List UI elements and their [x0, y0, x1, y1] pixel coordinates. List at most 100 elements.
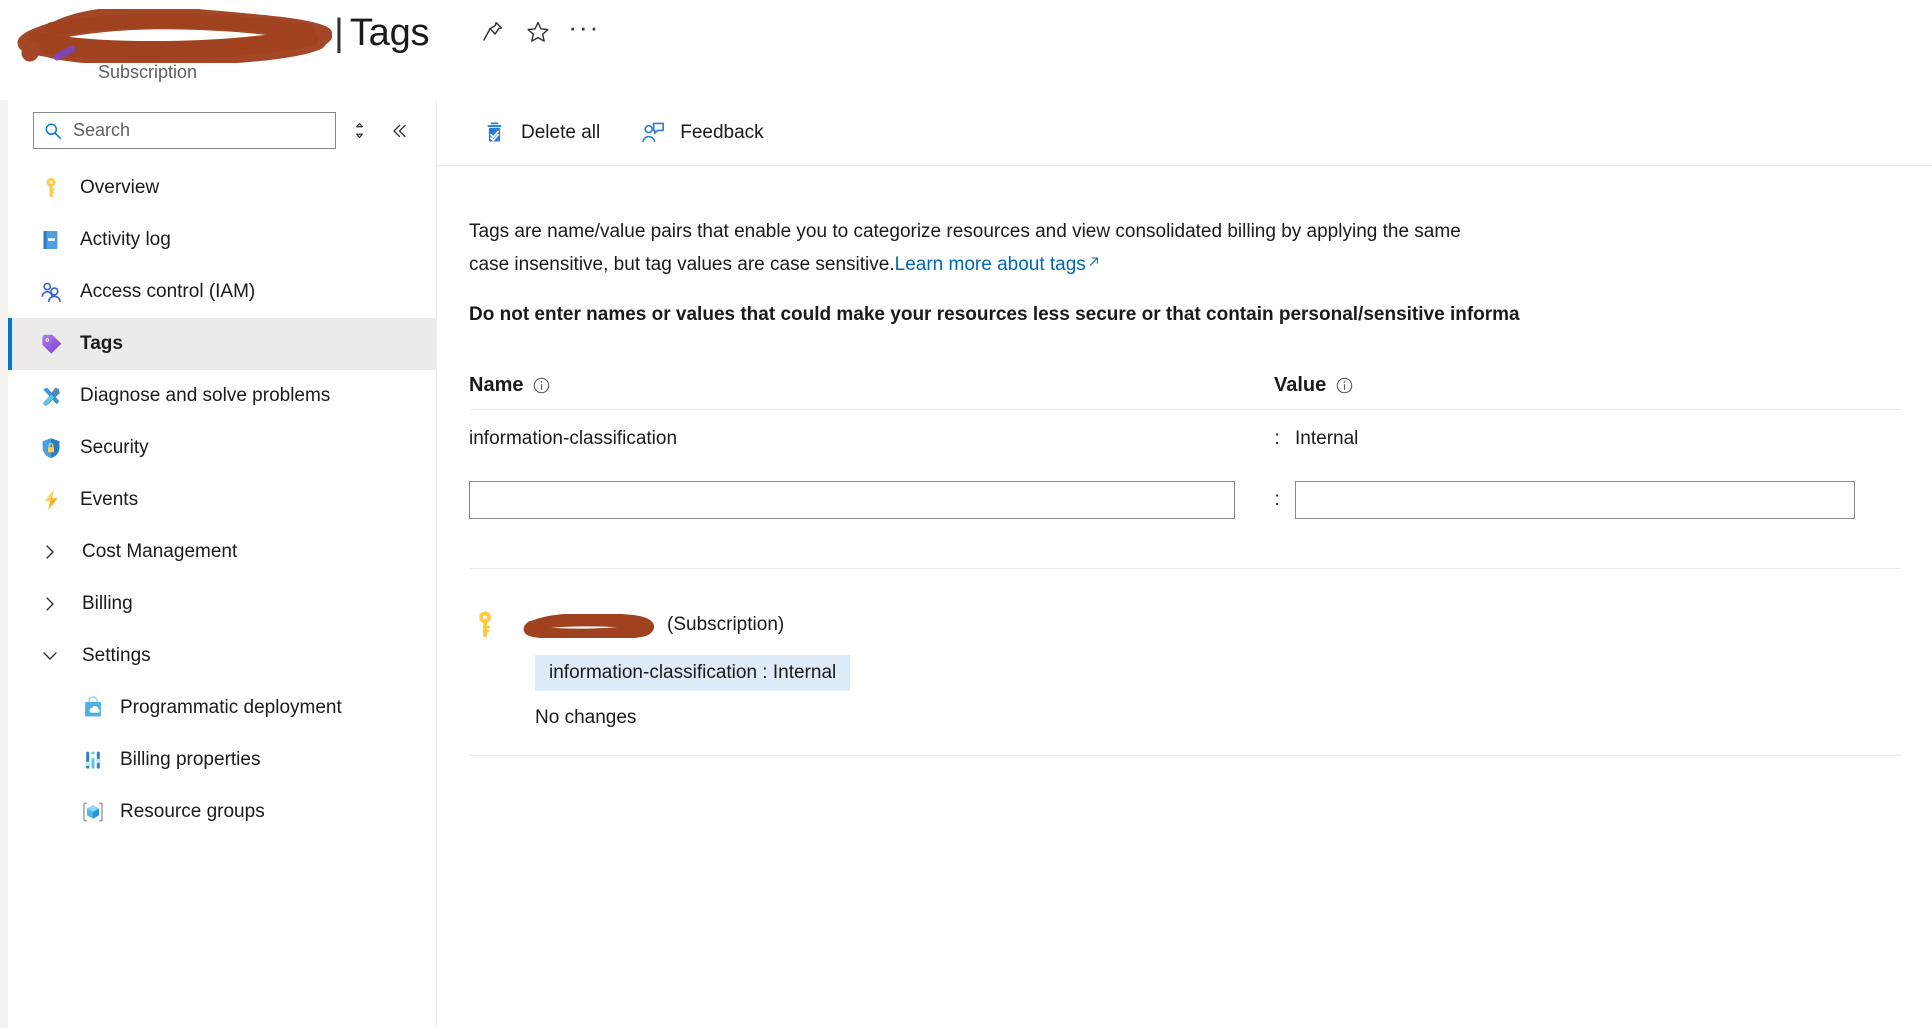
- tags-table: Name Value information-classification: …: [469, 368, 1901, 532]
- key-icon: [38, 175, 64, 201]
- section-divider: [469, 568, 1901, 569]
- feedback-label: Feedback: [680, 121, 764, 143]
- new-tag-value-cell: [1295, 481, 1855, 519]
- sidebar-item-label: Billing: [82, 593, 133, 614]
- azure-portal-tags-page: | Tags ··· Subscription Search Overview …: [0, 0, 1932, 1028]
- description-line-2: case insensitive, but tag values are cas…: [469, 254, 895, 275]
- row-separator: :: [1274, 428, 1280, 449]
- marketplace-bag-icon: [80, 695, 106, 721]
- tag-name-value: information-classification: [469, 428, 678, 449]
- page-title-text: Tags: [349, 12, 430, 54]
- pin-icon: [480, 19, 505, 49]
- header-actions: ···: [469, 12, 607, 60]
- tags-preview: (Subscription) information-classificatio…: [469, 609, 1932, 729]
- redacted-subscription-name: [12, 9, 332, 63]
- description-line-1: Tags are name/value pairs that enable yo…: [469, 221, 1461, 242]
- column-header-name: Name: [469, 374, 1274, 397]
- sidebar-item-label: Diagnose and solve problems: [80, 385, 331, 406]
- sidebar-group-settings[interactable]: Settings: [8, 630, 436, 682]
- description-line-2-wrap: case insensitive, but tag values are cas…: [469, 247, 1932, 280]
- sidebar-item-label: Settings: [82, 645, 151, 666]
- favorite-icon: [525, 19, 551, 50]
- feedback-icon: [640, 120, 666, 146]
- search-icon: [44, 122, 62, 140]
- chevron-right-icon: [40, 542, 60, 562]
- search-input[interactable]: [71, 119, 327, 142]
- info-icon[interactable]: [532, 376, 551, 395]
- resource-group-icon: [80, 799, 106, 825]
- delete-all-label: Delete all: [521, 121, 601, 143]
- chevron-right-icon: [40, 594, 60, 614]
- sidebar-item-label: Events: [80, 489, 139, 510]
- page-subtitle: Subscription: [98, 62, 198, 82]
- command-bar: Delete all Feedback: [437, 100, 1932, 166]
- sidebar-item-overview[interactable]: Overview: [8, 162, 436, 214]
- title-separator: |: [334, 12, 344, 54]
- tag-value-value: Internal: [1295, 428, 1359, 449]
- sidebar-item-tags[interactable]: Tags: [8, 318, 436, 370]
- sidebar-item-label: Activity log: [80, 229, 171, 250]
- column-header-value: Value: [1274, 374, 1834, 397]
- sidebar-group-billing[interactable]: Billing: [8, 578, 436, 630]
- search-box[interactable]: [33, 112, 336, 149]
- new-tag-name-input[interactable]: [469, 481, 1235, 519]
- sidebar-item-programmatic-deployment[interactable]: Programmatic deployment: [8, 682, 436, 734]
- resize-handle-icon[interactable]: [342, 114, 376, 148]
- more-button[interactable]: ···: [561, 12, 607, 56]
- sidebar-item-billing-properties[interactable]: Billing properties: [8, 734, 436, 786]
- sidebar-item-resource-groups[interactable]: Resource groups: [8, 786, 436, 838]
- sidebar-item-label: Tags: [80, 333, 123, 354]
- sidebar-item-activity-log[interactable]: Activity log: [8, 214, 436, 266]
- delete-all-button[interactable]: Delete all: [469, 110, 612, 156]
- sidebar-item-security[interactable]: Security: [8, 422, 436, 474]
- people-icon: [38, 279, 64, 305]
- sidebar-item-label: Access control (IAM): [80, 281, 256, 302]
- sidebar-item-label: Overview: [80, 177, 160, 198]
- page-title: | Tags ···: [12, 8, 607, 64]
- tags-table-header: Name Value: [469, 368, 1901, 410]
- sidebar-group-cost-management[interactable]: Cost Management: [8, 526, 436, 578]
- key-icon: [469, 609, 501, 641]
- main-content: Delete all Feedback Tags are name/value …: [437, 100, 1932, 1028]
- tags-description: Tags are name/value pairs that enable yo…: [469, 216, 1932, 280]
- sidebar: Overview Activity log: [0, 100, 437, 1028]
- sidebar-nav-list: Overview Activity log Access control (IA…: [8, 162, 436, 838]
- sidebar-item-access-control[interactable]: Access control (IAM): [8, 266, 436, 318]
- sidebar-search-row: [33, 112, 416, 149]
- column-header-name-label: Name: [469, 374, 524, 396]
- shield-lock-icon: [38, 435, 64, 461]
- sensitive-info-warning: Do not enter names or values that could …: [469, 304, 1520, 325]
- preview-scope-row: (Subscription): [469, 609, 1932, 641]
- sidebar-item-label: Cost Management: [82, 541, 238, 562]
- preview-chip-wrap: information-classification : Internal: [469, 655, 1932, 691]
- redacted-subscription-name: [523, 612, 655, 641]
- delete-all-icon: [481, 120, 507, 146]
- favorite-button[interactable]: [515, 12, 561, 56]
- table-row: information-classification : Internal: [469, 410, 1901, 468]
- collapse-icon[interactable]: [382, 114, 416, 148]
- info-icon[interactable]: [1335, 376, 1354, 395]
- sidebar-item-label: Security: [80, 437, 149, 458]
- preview-status: No changes: [535, 707, 637, 728]
- sidebar-item-label: Programmatic deployment: [120, 697, 342, 718]
- bottom-divider: [469, 755, 1901, 756]
- page-header: | Tags ··· Subscription: [0, 0, 1932, 100]
- feedback-button[interactable]: Feedback: [628, 110, 775, 156]
- sliders-icon: [80, 747, 106, 773]
- tag-chip: information-classification : Internal: [535, 655, 851, 691]
- activity-log-icon: [38, 227, 64, 253]
- new-tag-name-cell: [469, 481, 1259, 519]
- pin-button[interactable]: [469, 12, 515, 56]
- external-link-icon: [1087, 247, 1100, 278]
- row-separator: :: [1274, 489, 1280, 510]
- learn-more-link[interactable]: Learn more about tags: [895, 254, 1086, 275]
- sidebar-item-diagnose[interactable]: Diagnose and solve problems: [8, 370, 436, 422]
- sidebar-item-events[interactable]: Events: [8, 474, 436, 526]
- table-row-new: :: [469, 468, 1901, 532]
- tag-icon: [38, 331, 64, 357]
- sidebar-item-label: Billing properties: [120, 749, 261, 770]
- new-tag-value-input[interactable]: [1295, 481, 1855, 519]
- sidebar-item-label: Resource groups: [120, 801, 265, 822]
- preview-scope-label: (Subscription): [667, 614, 785, 635]
- tools-icon: [38, 383, 64, 409]
